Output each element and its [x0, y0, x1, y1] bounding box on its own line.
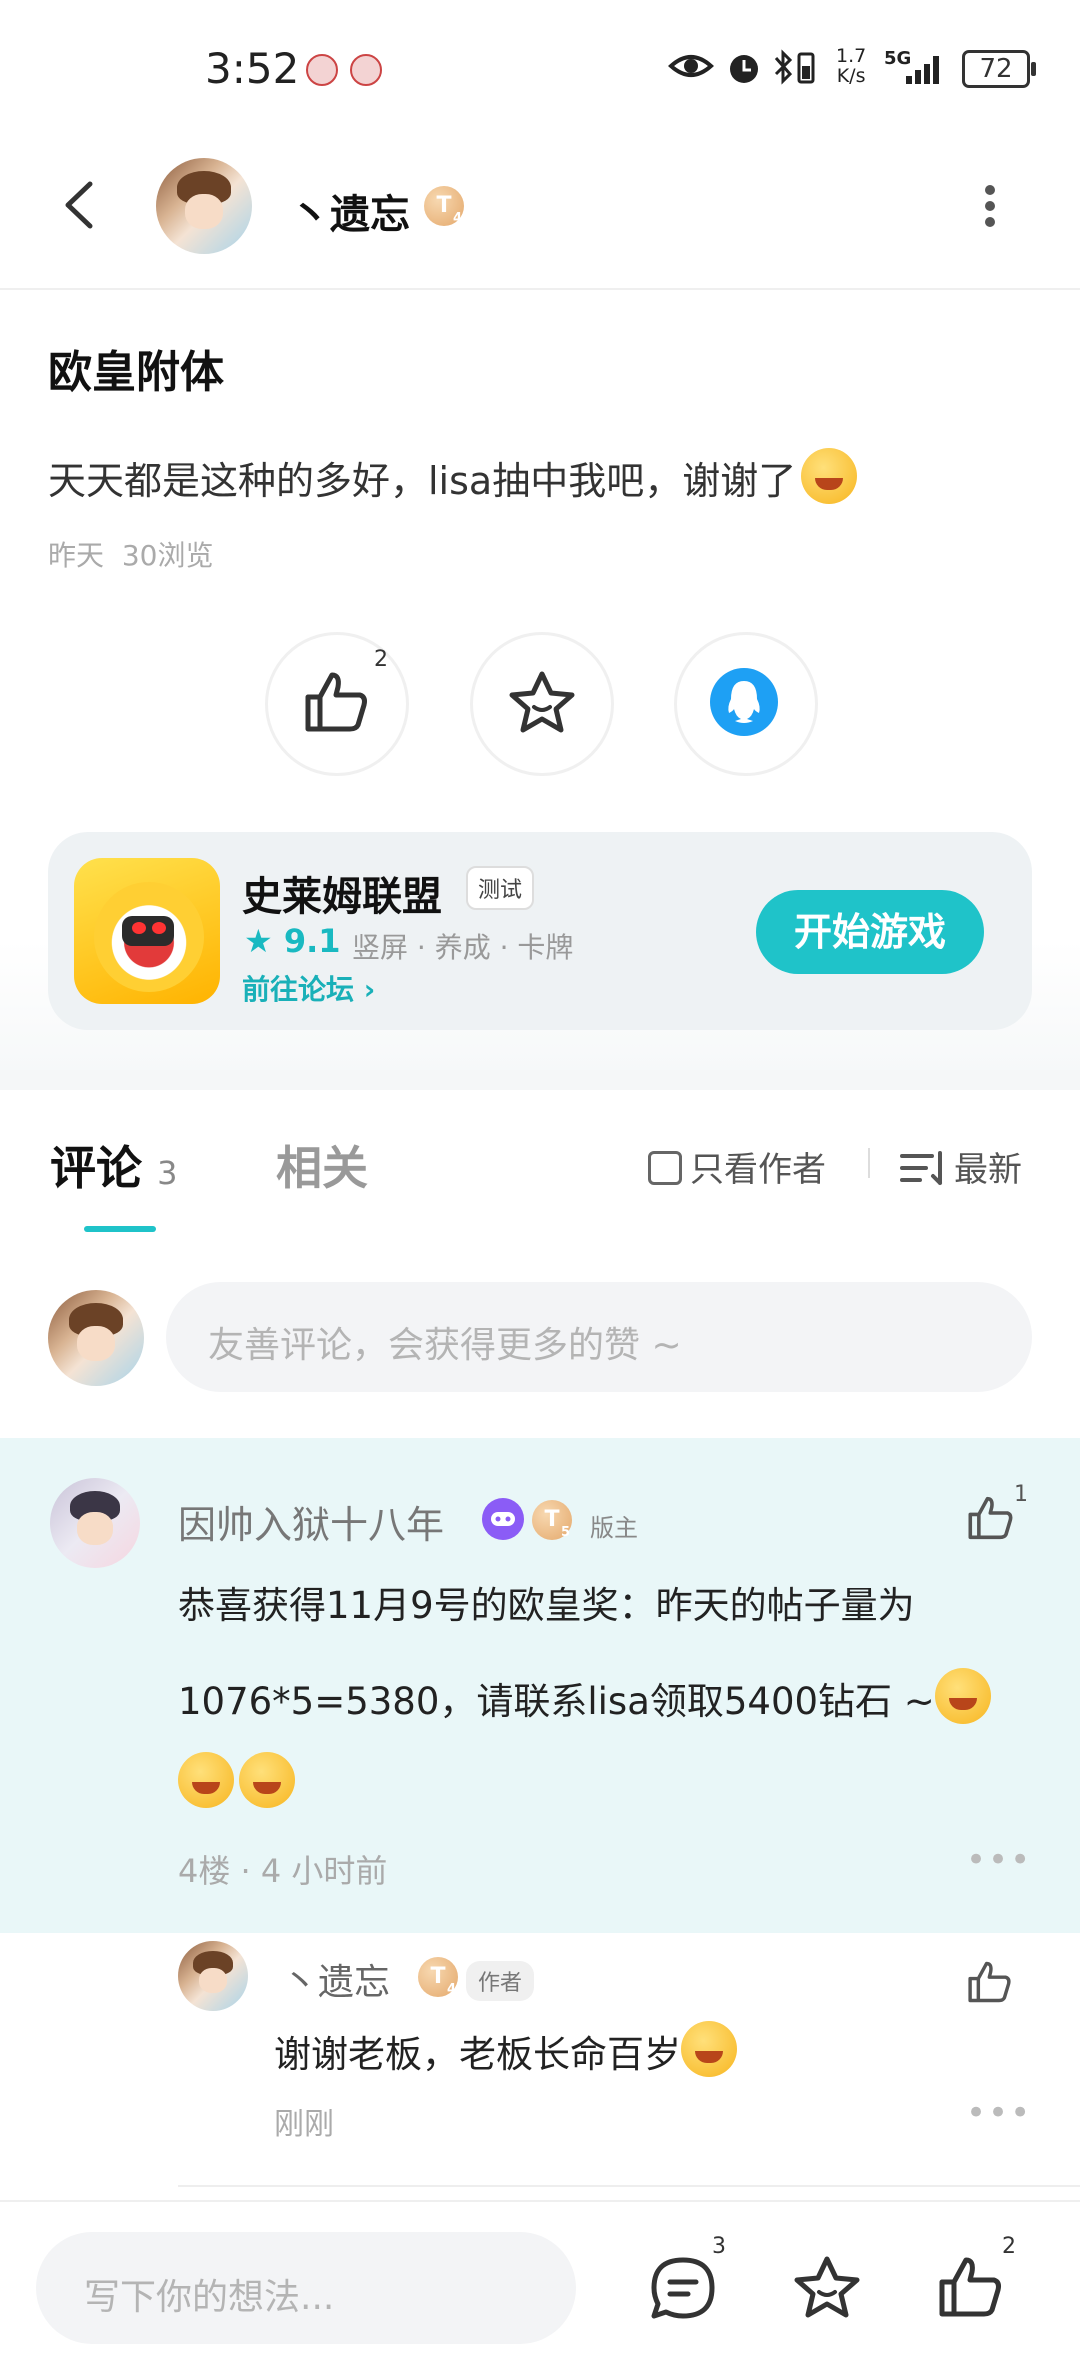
comment-input[interactable]: 友善评论，会获得更多的赞 ~: [166, 1282, 1032, 1392]
reply-like-icon[interactable]: [966, 1959, 1014, 2005]
notification-icon: [306, 54, 338, 86]
commenter-avatar[interactable]: [50, 1478, 140, 1568]
heart-eyes-emoji: [934, 1668, 991, 1724]
qq-share-button[interactable]: [674, 632, 818, 776]
notification-icon: [350, 54, 382, 86]
game-name: 史莱姆联盟: [242, 874, 442, 920]
like-count: 2: [374, 647, 388, 672]
tab-comments[interactable]: 评论 3: [50, 1132, 177, 1198]
post-meta: 昨天 30浏览: [48, 539, 214, 572]
game-card[interactable]: 史莱姆联盟 测试 ★ 9.1 竖屏 · 养成 · 卡牌 前往论坛 › 开始游戏: [48, 832, 1032, 1030]
header-divider: [0, 288, 1080, 290]
game-test-tag: 测试: [466, 866, 535, 910]
post-title: 欧皇附体: [48, 347, 224, 398]
comment-icon[interactable]: [648, 2254, 718, 2324]
comment-more-icon[interactable]: •••: [966, 1840, 1032, 1880]
start-game-button[interactable]: 开始游戏: [756, 890, 984, 974]
more-menu-icon[interactable]: [978, 184, 1002, 228]
like-button[interactable]: 2: [265, 632, 409, 776]
bluetooth-battery-icon: [774, 49, 815, 85]
bottom-favorite-icon[interactable]: [792, 2252, 862, 2322]
reply-more-icon[interactable]: •••: [966, 2093, 1032, 2133]
smile-emoji: [801, 448, 858, 504]
battery-indicator: 72: [962, 50, 1036, 88]
comment-like-count: 1: [1014, 1482, 1028, 1507]
bottom-comment-input[interactable]: 写下你的想法...: [36, 2232, 576, 2344]
post-body: 天天都是这种的多好，lisa抽中我吧，谢谢了: [48, 448, 858, 505]
eye-icon: [668, 55, 714, 77]
back-arrow-icon[interactable]: [60, 180, 100, 230]
active-tab-indicator: [84, 1226, 156, 1232]
comment-meta: 4楼 · 4 小时前: [178, 1852, 388, 1890]
heart-eyes-emoji: [178, 1752, 234, 1808]
game-icon[interactable]: [74, 858, 220, 1004]
reply-item[interactable]: 丶遗忘 T4 作者 谢谢老板，老板长命百岁 刚刚 •••: [0, 1933, 1080, 2187]
level-badge: T4: [418, 1957, 458, 1997]
status-time: 3:52: [205, 44, 300, 93]
reply-text: 谢谢老板，老板长命百岁: [274, 2021, 737, 2078]
reply-avatar[interactable]: [178, 1941, 248, 2011]
level-badge: T4: [424, 186, 464, 226]
favorite-button[interactable]: [470, 632, 614, 776]
gamepad-badge-icon: [482, 1498, 524, 1540]
reply-divider: [178, 2185, 1080, 2187]
qq-icon: [710, 668, 778, 736]
bottom-bar: 写下你的想法... 3 2: [0, 2200, 1080, 2378]
filter-divider: [868, 1148, 870, 1178]
moderator-tag: 版主: [590, 1514, 638, 1542]
commenter-name[interactable]: 因帅入狱十八年: [178, 1494, 444, 1549]
author-avatar[interactable]: [156, 158, 252, 254]
bottom-comment-count: 3: [712, 2234, 726, 2259]
forum-link[interactable]: 前往论坛 ›: [242, 968, 375, 1008]
section-gap: [0, 1070, 1080, 1090]
thumbs-up-icon: [305, 672, 367, 732]
signal-icon: [906, 56, 939, 84]
comment-emojis: [178, 1752, 296, 1808]
level-badge: T5: [532, 1500, 572, 1540]
game-rating: ★ 9.1: [244, 922, 341, 960]
author-name[interactable]: 丶遗忘: [290, 182, 410, 240]
author-only-filter[interactable]: 只看作者: [648, 1142, 826, 1191]
tab-related[interactable]: 相关: [276, 1132, 368, 1198]
author-tag: 作者: [466, 1961, 535, 2001]
game-tags: 竖屏 · 养成 · 卡牌: [352, 931, 574, 964]
star-icon: [509, 671, 575, 733]
network-speed: 1.7 K/s: [836, 45, 867, 87]
comment-like-icon[interactable]: [966, 1494, 1016, 1542]
tongue-emoji: [681, 2021, 737, 2077]
reply-author[interactable]: 丶遗忘: [282, 1953, 390, 2005]
comment-text-line1: 恭喜获得11月9号的欧皇奖：昨天的帖子量为: [178, 1584, 915, 1627]
comment-text-line2: 1076*5=5380，请联系lisa领取5400钻石 ~: [178, 1654, 991, 1750]
sort-icon: [900, 1151, 942, 1185]
alarm-icon: [730, 55, 758, 83]
status-bar: 3:52 1.7 K/s 5G 72: [0, 0, 1080, 140]
my-avatar: [48, 1290, 144, 1386]
checkbox-icon[interactable]: [648, 1151, 682, 1185]
comment-item[interactable]: 因帅入狱十八年 T5 版主 1 恭喜获得11月9号的欧皇奖：昨天的帖子量为 10…: [0, 1438, 1080, 1933]
bottom-like-count: 2: [1002, 2234, 1016, 2259]
bottom-like-icon[interactable]: [936, 2252, 1006, 2322]
heart-eyes-emoji: [239, 1752, 296, 1808]
sort-button[interactable]: 最新: [900, 1142, 1022, 1191]
reply-time: 刚刚: [274, 2107, 334, 2142]
